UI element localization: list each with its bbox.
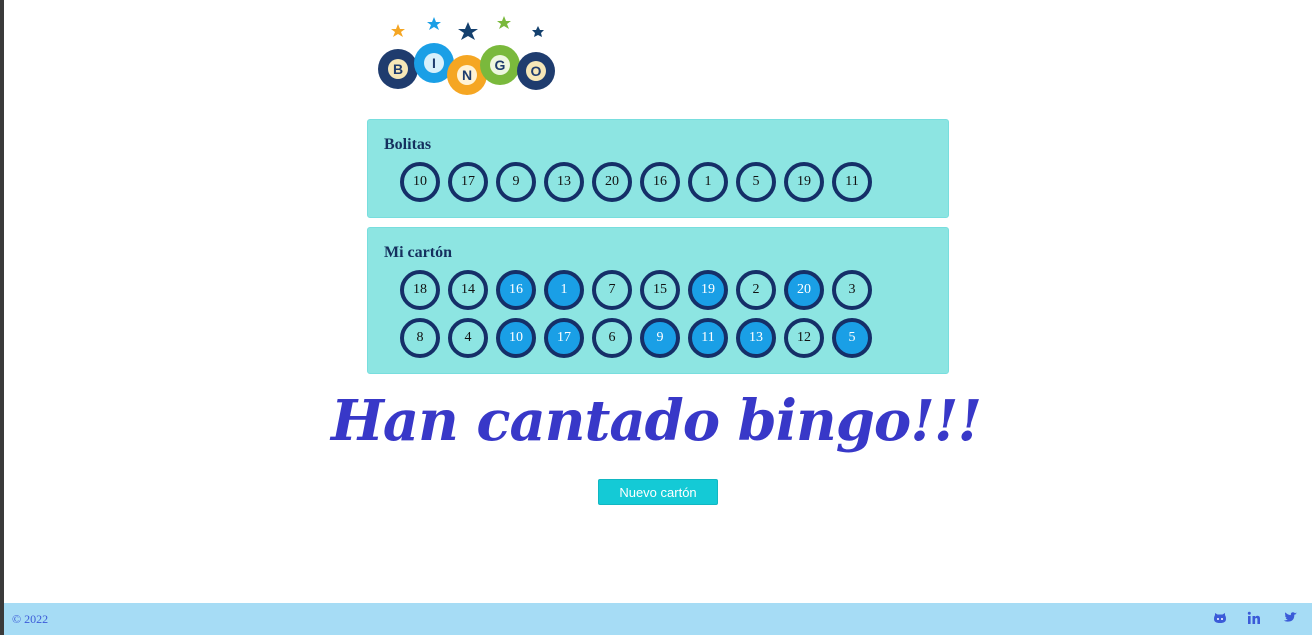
card-cell[interactable]: 20 — [784, 270, 824, 310]
bingo-message: Han cantado bingo!!! — [330, 388, 982, 454]
card-cell[interactable]: 12 — [784, 318, 824, 358]
card-cell[interactable]: 3 — [832, 270, 872, 310]
card-cell[interactable]: 15 — [640, 270, 680, 310]
drawn-balls-panel: Bolitas 10 17 9 13 20 16 1 5 19 11 — [367, 119, 949, 218]
card-row: 18 14 16 1 7 15 19 2 20 3 — [400, 270, 872, 310]
drawn-ball: 1 — [688, 162, 728, 202]
star-icon — [427, 17, 441, 30]
logo-letter: G — [495, 57, 506, 73]
drawn-ball: 20 — [592, 162, 632, 202]
drawn-ball: 16 — [640, 162, 680, 202]
star-icon — [532, 26, 544, 37]
twitter-icon[interactable] — [1282, 610, 1298, 626]
bingo-logo: B I N G O — [374, 14, 564, 100]
panel-title: Bolitas — [384, 136, 432, 153]
logo-letter: I — [432, 55, 436, 71]
bingo-card-panel: Mi cartón 18 14 16 1 7 15 19 2 20 3 8 4 … — [367, 227, 949, 374]
window-edge — [0, 0, 4, 635]
card-cell[interactable]: 11 — [688, 318, 728, 358]
drawn-ball: 17 — [448, 162, 488, 202]
drawn-ball: 11 — [832, 162, 872, 202]
drawn-ball: 5 — [736, 162, 776, 202]
linkedin-icon[interactable] — [1246, 610, 1262, 626]
card-cell[interactable]: 7 — [592, 270, 632, 310]
drawn-ball: 13 — [544, 162, 584, 202]
card-cell[interactable]: 8 — [400, 318, 440, 358]
card-cell[interactable]: 10 — [496, 318, 536, 358]
github-icon[interactable] — [1212, 610, 1228, 626]
card-row: 8 4 10 17 6 9 11 13 12 5 — [400, 318, 872, 358]
star-icon — [391, 24, 405, 37]
card-cell[interactable]: 19 — [688, 270, 728, 310]
drawn-balls-row: 10 17 9 13 20 16 1 5 19 11 — [400, 162, 872, 202]
card-cell[interactable]: 18 — [400, 270, 440, 310]
logo-letter: O — [531, 63, 542, 79]
footer: © 2022 — [4, 603, 1312, 635]
drawn-ball: 10 — [400, 162, 440, 202]
star-icon — [497, 16, 511, 29]
copyright: © 2022 — [12, 612, 49, 626]
card-cell[interactable]: 14 — [448, 270, 488, 310]
drawn-ball: 9 — [496, 162, 536, 202]
card-cell[interactable]: 13 — [736, 318, 776, 358]
card-cell[interactable]: 4 — [448, 318, 488, 358]
card-cell[interactable]: 1 — [544, 270, 584, 310]
card-cell[interactable]: 9 — [640, 318, 680, 358]
card-cell[interactable]: 16 — [496, 270, 536, 310]
logo-letter: N — [462, 67, 472, 83]
logo-letter: B — [393, 61, 403, 77]
drawn-ball: 19 — [784, 162, 824, 202]
card-cell[interactable]: 17 — [544, 318, 584, 358]
card-cell[interactable]: 2 — [736, 270, 776, 310]
panel-title: Mi cartón — [384, 244, 452, 261]
new-card-button[interactable]: Nuevo cartón — [598, 479, 718, 505]
card-cell[interactable]: 5 — [832, 318, 872, 358]
star-icon — [458, 22, 478, 40]
card-cell[interactable]: 6 — [592, 318, 632, 358]
